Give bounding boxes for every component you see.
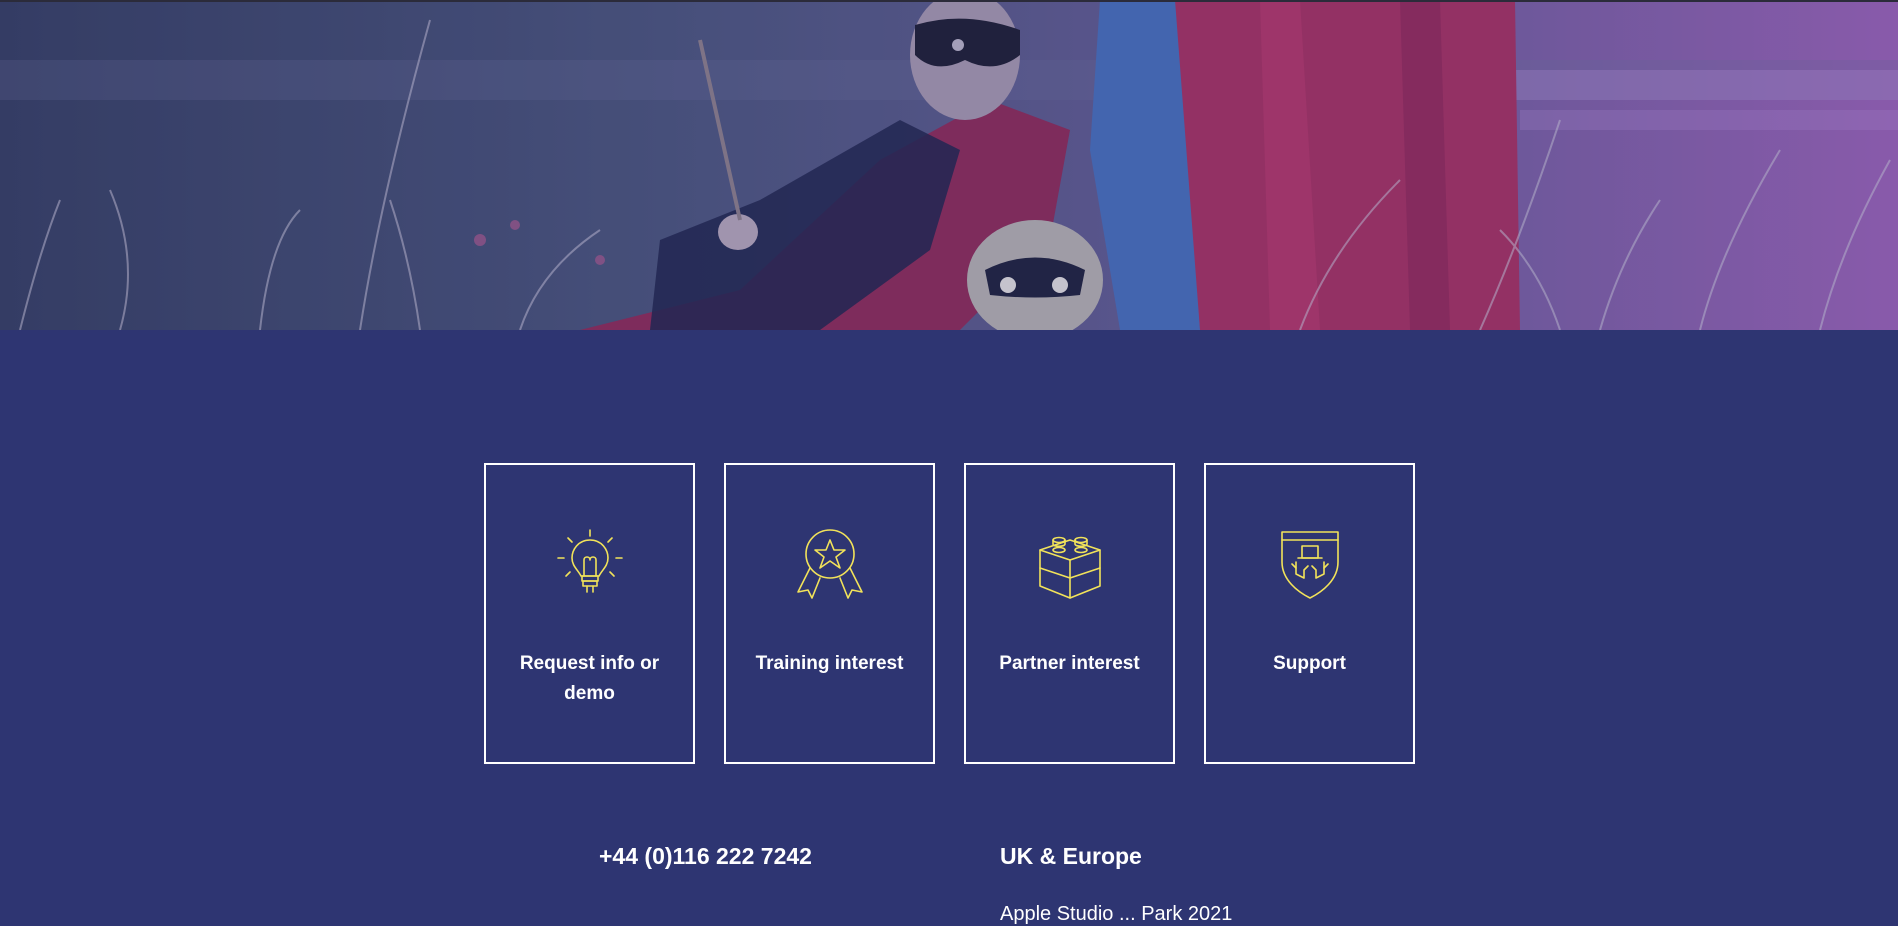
request-info-card[interactable]: Request info or demo — [484, 463, 695, 764]
partner-interest-card[interactable]: Partner interest — [964, 463, 1175, 764]
building-block-icon — [1038, 536, 1101, 599]
card-label: Support — [1273, 653, 1346, 674]
lightbulb-icon — [556, 529, 623, 593]
hero-top-border — [0, 0, 1898, 2]
hero-illustration — [0, 0, 1898, 330]
card-label: Training interest — [755, 653, 904, 674]
award-ribbon-icon — [796, 529, 863, 599]
region-address: Apple Studio ... Park 2021 — [1000, 903, 1233, 925]
card-label: Request info or demo — [519, 653, 660, 704]
card-label: Partner interest — [999, 653, 1140, 674]
training-interest-card[interactable]: Training interest — [724, 463, 935, 764]
contact-phone[interactable]: +44 (0)116 222 7242 — [599, 843, 812, 870]
contact-section — [0, 330, 1898, 913]
region-heading: UK & Europe — [1000, 843, 1142, 869]
support-card[interactable]: Support — [1204, 463, 1415, 764]
hero-image — [0, 0, 1898, 330]
shield-hands-icon — [1280, 531, 1339, 599]
